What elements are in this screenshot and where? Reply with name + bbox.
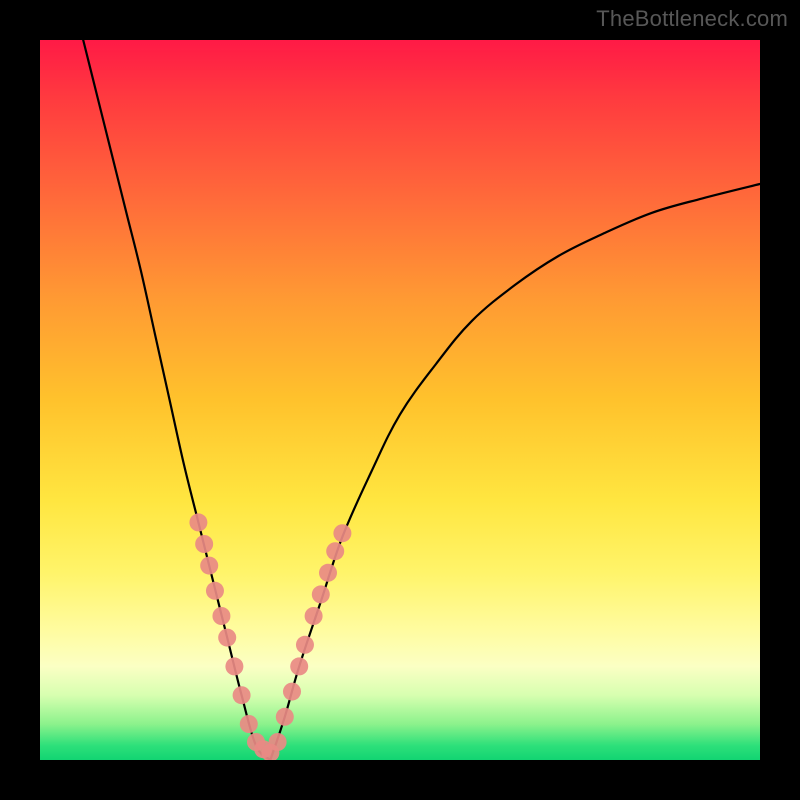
marker-dot <box>276 708 294 726</box>
chart-svg <box>40 40 760 760</box>
plot-area <box>40 40 760 760</box>
marker-dot <box>296 636 314 654</box>
marker-dot <box>312 585 330 603</box>
marker-dot <box>240 715 258 733</box>
marker-dot <box>269 733 287 751</box>
marker-dot <box>305 607 323 625</box>
marker-dot <box>218 629 236 647</box>
marker-dot <box>233 686 251 704</box>
marker-dot <box>206 582 224 600</box>
watermark-text: TheBottleneck.com <box>596 6 788 32</box>
marker-dot <box>189 513 207 531</box>
marker-dot <box>319 564 337 582</box>
marker-dot <box>200 557 218 575</box>
marker-dot <box>326 542 344 560</box>
marker-dot <box>333 524 351 542</box>
marker-dot <box>212 607 230 625</box>
marker-dot <box>283 683 301 701</box>
marker-dot <box>290 657 308 675</box>
marker-dot <box>225 657 243 675</box>
marker-group <box>189 513 351 760</box>
curve-right <box>270 184 760 760</box>
curve-left <box>83 40 270 760</box>
marker-dot <box>195 535 213 553</box>
chart-frame: TheBottleneck.com <box>0 0 800 800</box>
